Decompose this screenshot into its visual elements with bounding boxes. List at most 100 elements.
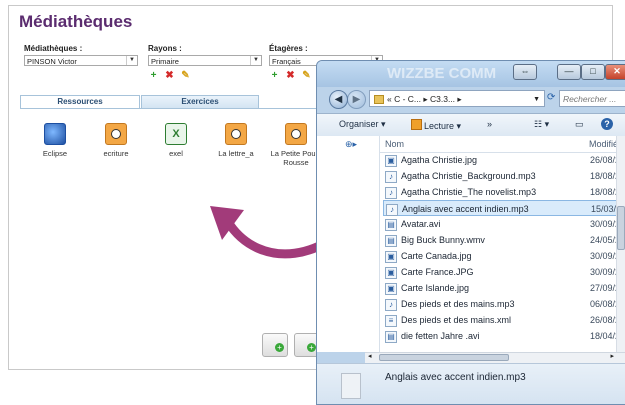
selected-file-name: Anglais avec accent indien.mp3 — [385, 372, 526, 383]
video-file-icon: ▤ — [385, 219, 397, 231]
resource-item[interactable]: X exel — [146, 123, 206, 158]
play-icon — [411, 119, 422, 130]
views-icon[interactable]: ☷ ▾ — [534, 119, 549, 130]
list-item[interactable]: ▤ die fetten Jahre .avi 18/04/2 — [383, 328, 625, 344]
file-name: Big Buck Bunny.wmv — [401, 235, 485, 245]
image-file-icon: ▣ — [385, 155, 397, 167]
mediatheques-select[interactable]: PINSON Victor ▼ — [24, 55, 138, 66]
delete-rayon-icon[interactable]: ✖ — [164, 70, 175, 81]
column-header: Nom Modifié — [380, 136, 625, 153]
preview-pane-icon[interactable]: ▭ — [575, 119, 584, 130]
scroll-left-icon[interactable]: ◂ — [368, 352, 372, 360]
explorer-titlebar[interactable]: WIZZBE COMM ⇔ — □ ✕ — [317, 61, 625, 87]
add-etagere-icon[interactable]: + — [269, 70, 280, 81]
help-icon[interactable]: ? — [601, 118, 613, 130]
image-file-icon: ▣ — [385, 267, 397, 279]
restore-icon[interactable]: ⇔ — [513, 64, 537, 80]
add-rayon-icon[interactable]: + — [148, 70, 159, 81]
forward-icon[interactable]: ▶ — [347, 90, 366, 109]
network-icon[interactable]: ⊕▸ — [345, 139, 357, 150]
list-item[interactable]: ♪ Des pieds et des mains.mp3 06/08/2 — [383, 296, 625, 312]
image-file-icon: ▣ — [385, 283, 397, 295]
audio-file-icon: ♪ — [386, 204, 398, 216]
maximize-button[interactable]: □ — [581, 64, 605, 80]
list-item[interactable]: ▣ Carte France.JPG 30/09/2 — [383, 264, 625, 280]
search-input[interactable]: Rechercher ... — [559, 90, 625, 107]
file-name: Carte France.JPG — [401, 267, 474, 277]
excel-icon: X — [165, 123, 187, 145]
image-file-icon: ▣ — [385, 251, 397, 263]
list-item-selected[interactable]: ♪ Anglais avec accent indien.mp3 15/03/2 — [383, 200, 625, 216]
tab-ressources[interactable]: Ressources — [20, 95, 140, 109]
rayons-select[interactable]: Primaire ▼ — [148, 55, 262, 66]
list-item[interactable]: ▤ Big Buck Bunny.wmv 24/05/2 — [383, 232, 625, 248]
scroll-thumb[interactable] — [617, 206, 625, 250]
list-item[interactable]: ▤ Avatar.avi 30/09/2 — [383, 216, 625, 232]
vertical-scrollbar[interactable] — [616, 136, 625, 352]
tab-exercices[interactable]: Exercices — [141, 95, 259, 109]
file-name: Agatha Christie_The novelist.mp3 — [401, 187, 537, 197]
etageres-value: Français — [272, 57, 301, 66]
chevron-down-icon: ▼ — [250, 56, 261, 65]
explorer-content: ⊕▸ Nom Modifié ▣ Agatha Christie.jpg 26/08… — [317, 136, 625, 352]
resource-item[interactable]: La lettre_a — [206, 123, 266, 158]
more-button[interactable]: » — [487, 119, 492, 129]
list-item[interactable]: ▣ Agatha Christie.jpg 26/08/2 — [383, 152, 625, 168]
camera-icon — [225, 123, 247, 145]
organize-label: Organiser — [339, 119, 379, 129]
file-name: Agatha Christie.jpg — [401, 155, 478, 165]
file-explorer-window: WIZZBE COMM ⇔ — □ ✕ ◀ ▶ « C - C... ▸ C3.… — [316, 60, 625, 405]
file-name: Agatha Christie_Background.mp3 — [401, 171, 536, 181]
rayons-label: Rayons : — [148, 44, 182, 53]
details-pane: Anglais avec accent indien.mp3 — [317, 363, 625, 404]
xml-file-icon: ≡ — [385, 315, 397, 327]
camera-icon — [105, 123, 127, 145]
mediatheques-value: PINSON Victor — [27, 57, 77, 66]
scroll-right-icon[interactable]: ▸ — [610, 352, 614, 360]
audio-file-icon: ♪ — [385, 171, 397, 183]
navigation-pane[interactable]: ⊕▸ — [317, 136, 380, 352]
address-bar[interactable]: « C - C... ▸ C3.3... ▸ ▼ — [369, 90, 545, 107]
edit-etagere-icon[interactable]: ✎ — [301, 70, 312, 81]
organize-menu[interactable]: Organiser ▾ — [339, 119, 386, 130]
address-path: « C - C... ▸ C3.3... ▸ — [387, 94, 462, 104]
file-name: die fetten Jahre .avi — [401, 331, 480, 341]
horizontal-scrollbar[interactable]: ◂ ▸ — [365, 352, 625, 363]
page-title: Médiathèques — [19, 12, 133, 31]
folder-icon — [374, 95, 384, 105]
close-button[interactable]: ✕ — [605, 64, 625, 80]
file-name: Des pieds et des mains.mp3 — [401, 299, 515, 309]
list-item[interactable]: ▣ Carte Canada.jpg 30/09/2 — [383, 248, 625, 264]
column-name[interactable]: Nom — [385, 139, 404, 149]
play-label: Lecture — [424, 121, 455, 131]
resource-item[interactable]: ecriture — [86, 123, 146, 158]
list-item[interactable]: ♪ Agatha Christie_The novelist.mp3 18/08/2 — [383, 184, 625, 200]
file-name: Des pieds et des mains.xml — [401, 315, 512, 325]
add-resource-button[interactable]: + — [262, 333, 288, 357]
back-icon[interactable]: ◀ — [329, 90, 348, 109]
mediatheques-label: Médiathèques : — [24, 44, 83, 53]
resource-label: La lettre_a — [218, 149, 254, 158]
edit-rayon-icon[interactable]: ✎ — [180, 70, 191, 81]
eclipse-icon — [44, 123, 66, 145]
video-file-icon: ▤ — [385, 235, 397, 247]
chevron-down-icon[interactable]: ▼ — [533, 91, 540, 108]
watermark-text: WIZZBE COMM — [387, 65, 497, 82]
list-item[interactable]: ▣ Carte Islande.jpg 27/09/2 — [383, 280, 625, 296]
camera-icon — [285, 123, 307, 145]
minimize-button[interactable]: — — [557, 64, 581, 80]
delete-etagere-icon[interactable]: ✖ — [285, 70, 296, 81]
column-modified[interactable]: Modifié — [589, 139, 618, 149]
list-item[interactable]: ≡ Des pieds et des mains.xml 26/08/2 — [383, 312, 625, 328]
resource-item[interactable]: Eclipse — [25, 123, 85, 158]
resource-label: exel — [169, 149, 183, 158]
play-menu[interactable]: Lecture ▾ — [411, 119, 461, 132]
list-item[interactable]: ♪ Agatha Christie_Background.mp3 18/08/2 — [383, 168, 625, 184]
etageres-label: Étagères : — [269, 44, 308, 53]
resource-label: ecriture — [103, 149, 129, 158]
file-thumbnail-icon — [341, 373, 361, 399]
refresh-icon[interactable]: ⟳ — [547, 92, 555, 103]
audio-file-icon: ♪ — [385, 187, 397, 199]
resource-label: Eclipse — [42, 149, 68, 158]
scroll-thumb[interactable] — [379, 354, 509, 361]
